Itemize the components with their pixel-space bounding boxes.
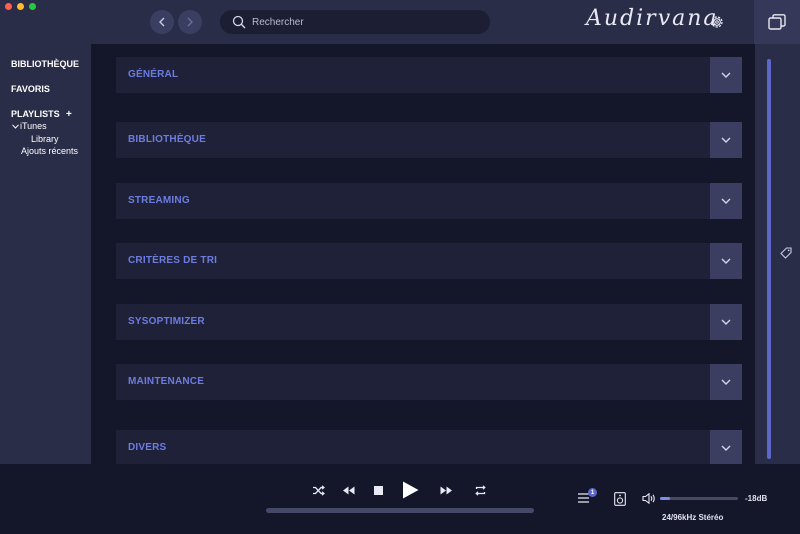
add-playlist-button[interactable]: +: [66, 109, 72, 120]
stop-button[interactable]: [373, 485, 383, 495]
sidebar-item-recent-additions[interactable]: Ajouts récents: [21, 146, 78, 156]
sidebar: BIBLIOTHÈQUE FAVORIS PLAYLISTS + iTunes …: [0, 44, 91, 464]
close-window-button[interactable]: [5, 3, 12, 10]
expand-button[interactable]: [710, 243, 742, 279]
chevron-right-icon: [187, 17, 193, 27]
output-device-button[interactable]: [613, 491, 626, 506]
shuffle-button[interactable]: [311, 483, 325, 497]
right-rail: [755, 44, 800, 464]
repeat-button[interactable]: [473, 483, 487, 497]
settings-panel: GÉNÉRAL BIBLIOTHÈQUE STREAMING CRITÈRES …: [91, 44, 755, 464]
expand-button[interactable]: [710, 183, 742, 219]
scrollbar[interactable]: [767, 59, 771, 459]
repeat-icon: [474, 484, 486, 496]
expand-button[interactable]: [710, 304, 742, 340]
settings-section-sysoptimizer[interactable]: SYSOPTIMIZER: [116, 304, 742, 340]
zoom-window-button[interactable]: [29, 3, 36, 10]
player-bar: 1 -18dB 24/96kHz Stéréo: [0, 464, 800, 534]
settings-section-streaming[interactable]: STREAMING: [116, 183, 742, 219]
search-icon: [232, 15, 246, 29]
chevron-down-icon: [721, 137, 731, 143]
rewind-icon: [342, 486, 354, 494]
tag-icon[interactable]: [780, 247, 792, 259]
volume-icon: [642, 492, 655, 504]
section-title: GÉNÉRAL: [128, 69, 179, 80]
settings-section-sort-criteria[interactable]: CRITÈRES DE TRI: [116, 243, 742, 279]
audio-format-label: 24/96kHz Stéréo: [662, 513, 724, 522]
settings-section-misc[interactable]: DIVERS: [116, 430, 742, 464]
search-input[interactable]: [252, 12, 482, 32]
volume-slider[interactable]: [660, 497, 738, 500]
section-title: DIVERS: [128, 442, 167, 453]
settings-section-library[interactable]: BIBLIOTHÈQUE: [116, 122, 742, 158]
chevron-down-icon: [721, 72, 731, 78]
chevron-left-icon: [159, 17, 165, 27]
chevron-down-icon: [721, 445, 731, 451]
expand-button[interactable]: [710, 364, 742, 400]
chevron-down-icon: [721, 198, 731, 204]
sidebar-item-favorites[interactable]: FAVORIS: [11, 84, 50, 94]
stop-icon: [373, 485, 383, 495]
forward-button[interactable]: [178, 10, 202, 34]
expand-button[interactable]: [710, 57, 742, 93]
chevron-down-icon: [721, 319, 731, 325]
app-logo: Audirvana: [586, 6, 719, 31]
sidebar-item-itunes[interactable]: iTunes: [20, 121, 47, 131]
back-button[interactable]: [150, 10, 174, 34]
shuffle-icon: [312, 484, 325, 496]
section-title: MAINTENANCE: [128, 376, 205, 387]
next-button[interactable]: [439, 484, 453, 496]
sidebar-item-library[interactable]: BIBLIOTHÈQUE: [11, 59, 79, 69]
section-title: STREAMING: [128, 195, 190, 206]
expand-button[interactable]: [710, 430, 742, 464]
volume-slider-fill: [660, 497, 671, 500]
volume-button[interactable]: [642, 492, 656, 504]
volume-db-readout: -18dB: [745, 494, 768, 503]
queue-count-badge: 1: [588, 488, 597, 497]
app-window: Audirvana BIBLIOTHÈQUE FAVORIS PLAYLISTS…: [0, 0, 800, 534]
side-panel-toggle-button[interactable]: [754, 0, 800, 44]
speaker-icon: [613, 491, 626, 506]
play-button[interactable]: [400, 480, 420, 500]
top-bar: Audirvana: [0, 0, 800, 44]
minimize-window-button[interactable]: [17, 3, 24, 10]
fast-forward-icon: [440, 486, 452, 494]
window-stack-icon: [768, 14, 786, 30]
playback-progress-bar[interactable]: [266, 508, 534, 513]
sidebar-item-playlists[interactable]: PLAYLISTS: [11, 109, 60, 119]
previous-button[interactable]: [341, 484, 355, 496]
chevron-down-icon: [721, 379, 731, 385]
section-title: BIBLIOTHÈQUE: [128, 134, 206, 145]
gear-icon[interactable]: [709, 14, 725, 30]
chevron-down-icon: [721, 258, 731, 264]
section-title: CRITÈRES DE TRI: [128, 255, 218, 266]
section-title: SYSOPTIMIZER: [128, 316, 205, 327]
search-box: [220, 10, 490, 34]
sidebar-item-itunes-library[interactable]: Library: [31, 134, 59, 144]
play-icon: [402, 481, 418, 499]
expand-button[interactable]: [710, 122, 742, 158]
chevron-down-icon[interactable]: [12, 124, 19, 129]
settings-section-maintenance[interactable]: MAINTENANCE: [116, 364, 742, 400]
settings-section-general[interactable]: GÉNÉRAL: [116, 57, 742, 93]
